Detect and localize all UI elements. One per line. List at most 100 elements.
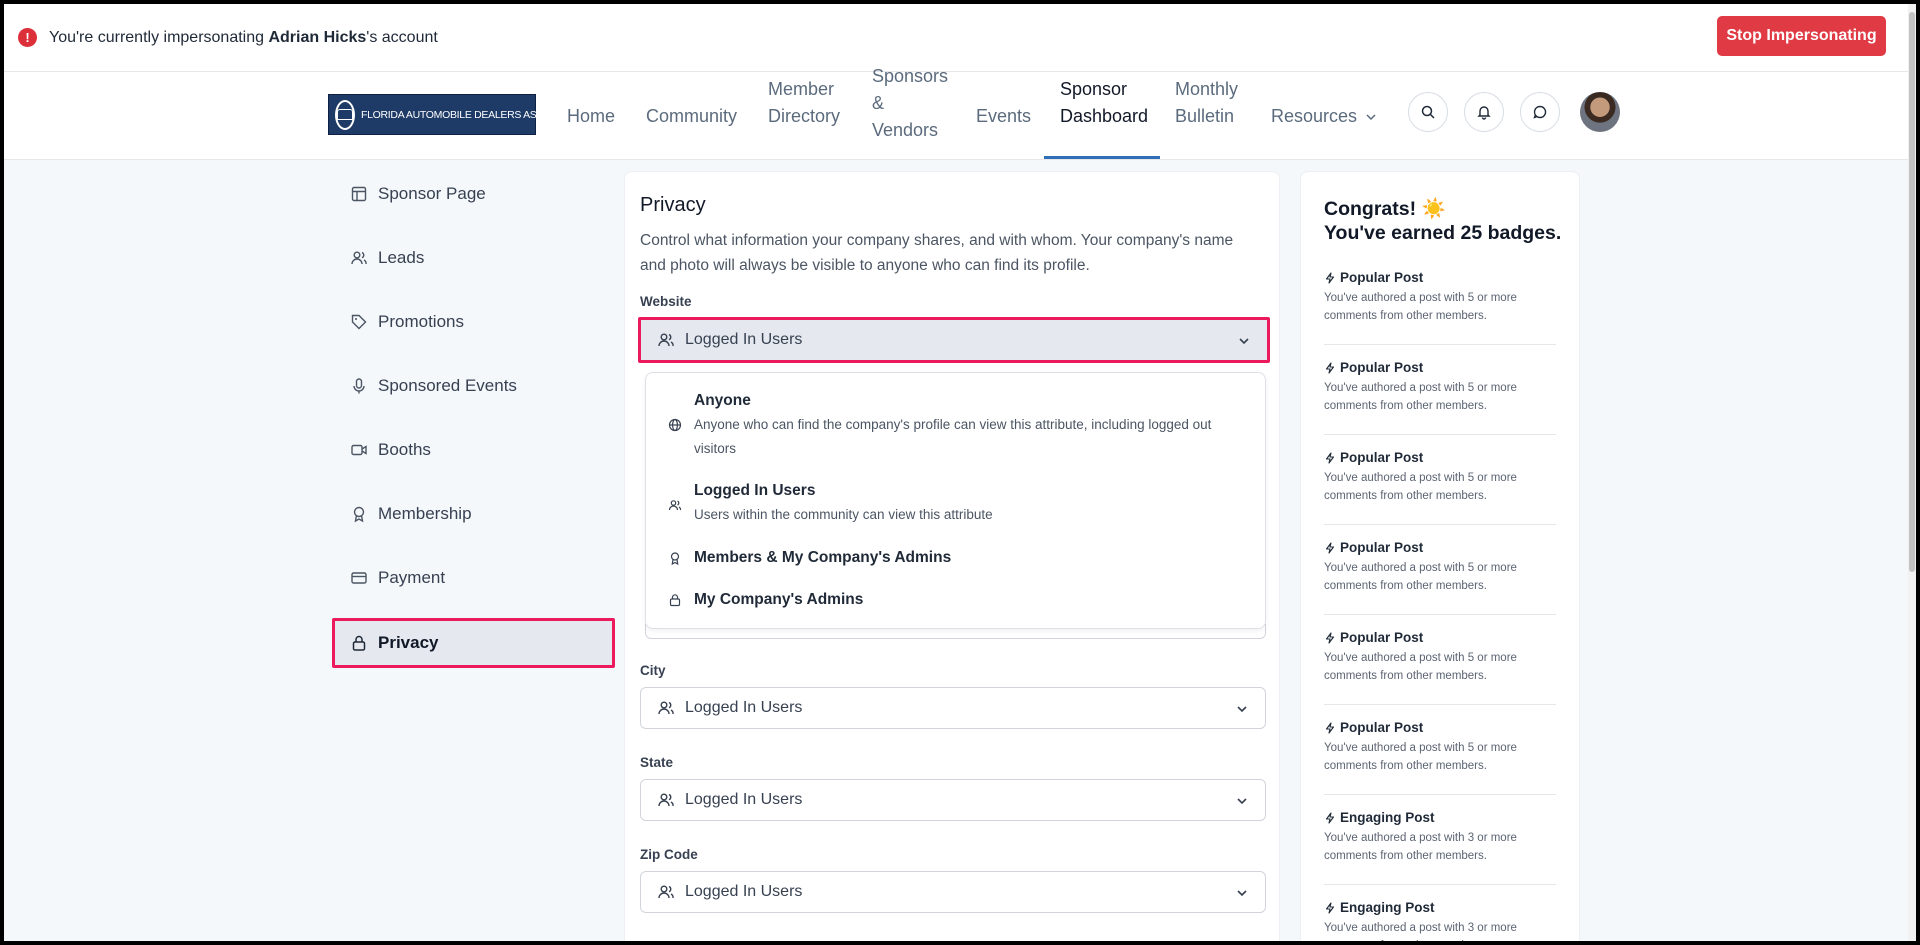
chevron-down-icon <box>1366 113 1376 120</box>
option-members-company-admins[interactable]: Members & My Company's Admins <box>694 549 951 567</box>
nav-monthly-line1: Monthly <box>1175 79 1239 99</box>
sidebar-item-label: Booths <box>378 440 431 459</box>
badge-divider <box>1324 614 1556 615</box>
badge-title: Popular Post <box>1324 270 1556 285</box>
badge-description: You've authored a post with 5 or more co… <box>1324 652 1517 682</box>
badge-divider <box>1324 794 1556 795</box>
microphone-icon <box>353 378 365 394</box>
nav-resources[interactable]: Resources <box>1271 103 1377 130</box>
lightning-icon <box>1325 631 1335 644</box>
option-anyone-desc: Anyone who can find the company's profil… <box>694 417 1212 456</box>
users-icon <box>351 251 367 265</box>
search-button[interactable] <box>1408 92 1448 132</box>
badge-item: Popular Post You've authored a post with … <box>1324 540 1556 595</box>
app-frame: ! You're currently impersonating Adrian … <box>4 4 1916 941</box>
video-icon <box>351 444 367 456</box>
avatar[interactable] <box>1580 92 1620 132</box>
lightning-icon <box>1325 271 1335 284</box>
nav-sponsors-line1: Sponsors <box>872 66 949 86</box>
sidebar-item-sponsored-events[interactable]: Sponsored Events <box>350 374 517 398</box>
impersonation-message: You're currently impersonating Adrian Hi… <box>49 29 438 47</box>
nav-home[interactable]: Home <box>567 103 615 130</box>
badge-item: Popular Post You've authored a post with … <box>1324 720 1556 775</box>
website-visibility-select[interactable]: Logged In Users <box>638 317 1270 363</box>
badge-item: Popular Post You've authored a post with … <box>1324 450 1556 505</box>
privacy-description: Control what information your company sh… <box>640 232 1234 274</box>
badge-item: Popular Post You've authored a post with … <box>1324 270 1556 325</box>
sidebar-item-leads[interactable]: Leads <box>350 246 424 270</box>
badge-title-text: Popular Post <box>1340 360 1424 375</box>
sidebar-item-booths[interactable]: Booths <box>350 438 431 462</box>
badge-title-text: Popular Post <box>1340 720 1424 735</box>
sidebar-item-sponsor-page[interactable]: Sponsor Page <box>350 182 486 206</box>
badge-item: Popular Post You've authored a post with … <box>1324 630 1556 685</box>
messages-button[interactable] <box>1520 92 1560 132</box>
sidebar-item-privacy[interactable]: Privacy <box>350 631 439 655</box>
users-icon <box>658 333 674 347</box>
badge-title: Engaging Post <box>1324 900 1556 915</box>
nav-community[interactable]: Community <box>646 103 737 130</box>
badge-description: You've authored a post with 5 or more co… <box>1324 382 1517 412</box>
sidebar-item-promotions[interactable]: Promotions <box>350 310 464 334</box>
credit-card-icon <box>351 572 367 584</box>
city-visibility-select[interactable]: Logged In Users <box>640 687 1266 729</box>
badge-divider <box>1324 344 1556 345</box>
option-logged-in-users[interactable]: Logged In Users <box>694 482 815 500</box>
sidebar-item-label: Payment <box>378 568 446 587</box>
logo[interactable]: FLORIDA AUTOMOBILE DEALERS ASSOCIATION <box>328 94 591 135</box>
zip-code-select-value: Logged In Users <box>685 883 803 900</box>
badge-divider <box>1324 884 1556 885</box>
sidebar-item-payment[interactable]: Payment <box>350 566 445 590</box>
nav-sponsors-line2: & <box>872 93 885 113</box>
badge-description: You've authored a post with 5 or more co… <box>1324 562 1517 592</box>
nav-member-directory[interactable]: Member Directory <box>768 76 840 130</box>
badge-description: You've authored a post with 5 or more co… <box>1324 742 1517 772</box>
lightning-icon <box>1325 361 1335 374</box>
badge-divider <box>1324 704 1556 705</box>
logo-seal-icon <box>335 99 355 130</box>
banner-prefix: You're currently impersonating <box>49 28 269 46</box>
nav-sponsors-vendors[interactable]: Sponsors & Vendors <box>872 63 948 144</box>
badge-title-text: Popular Post <box>1340 630 1424 645</box>
zip-code-visibility-select[interactable]: Logged In Users <box>640 871 1266 913</box>
badge-title-text: Engaging Post <box>1340 810 1435 825</box>
badge-title: Popular Post <box>1324 540 1556 555</box>
banner-suffix: 's account <box>366 28 438 46</box>
option-anyone[interactable]: Anyone <box>694 392 751 410</box>
users-icon <box>668 498 682 512</box>
page-title: Privacy <box>640 194 706 216</box>
badge-item: Popular Post You've authored a post with … <box>1324 360 1556 415</box>
website-label: Website <box>640 294 692 309</box>
lock-icon <box>352 635 366 651</box>
option-company-admins[interactable]: My Company's Admins <box>694 591 863 609</box>
lock-icon <box>668 593 682 607</box>
chevron-down-icon <box>1239 338 1249 345</box>
badge-title: Popular Post <box>1324 720 1556 735</box>
badge-divider <box>1324 524 1556 525</box>
badge-divider <box>1324 434 1556 435</box>
nav-member-directory-line2: Directory <box>768 106 841 126</box>
scrollbar-thumb[interactable] <box>1909 12 1915 572</box>
nav-sponsor-dashboard[interactable]: Sponsor Dashboard <box>1060 76 1148 130</box>
nav-monthly-bulletin[interactable]: Monthly Bulletin <box>1175 76 1238 130</box>
chevron-down-icon <box>1237 798 1247 805</box>
users-icon <box>658 701 674 715</box>
globe-icon <box>668 418 682 432</box>
sidebar-item-label: Sponsored Events <box>378 376 517 395</box>
badge-title: Engaging Post <box>1324 810 1556 825</box>
state-select-value: Logged In Users <box>685 791 803 808</box>
badge-item: Engaging Post You've authored a post with… <box>1324 900 1556 941</box>
nav-events[interactable]: Events <box>976 103 1031 130</box>
badge-description: You've authored a post with 3 or more co… <box>1324 922 1517 941</box>
chevron-down-icon <box>1237 890 1247 897</box>
badge-title: Popular Post <box>1324 450 1556 465</box>
nav-sponsor-dashboard-line2: Dashboard <box>1060 106 1149 126</box>
state-visibility-select[interactable]: Logged In Users <box>640 779 1266 821</box>
impersonation-banner: ! You're currently impersonating Adrian … <box>4 4 1916 72</box>
notifications-button[interactable] <box>1464 92 1504 132</box>
badges-count-line: You've earned 25 badges. <box>1324 222 1562 244</box>
stop-impersonating-button[interactable]: Stop Impersonating <box>1717 16 1886 56</box>
badge-title: Popular Post <box>1324 360 1556 375</box>
badges-heading: Congrats! ☀️ You've earned 25 badges. <box>1324 197 1561 245</box>
sidebar-item-membership[interactable]: Membership <box>350 502 472 526</box>
